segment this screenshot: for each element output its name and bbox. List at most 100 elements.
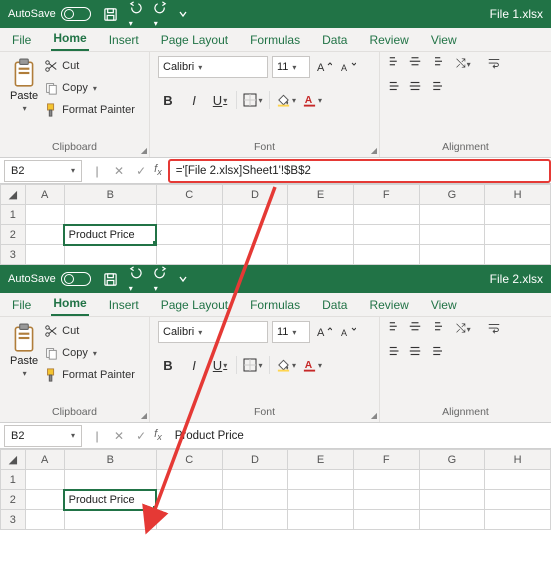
cell-C2[interactable] [156,490,222,510]
cell-D3[interactable] [222,245,288,265]
cell-B3[interactable] [64,510,156,530]
spreadsheet-grid[interactable]: ◢ABCDEFGH 12Product Price3 [0,184,551,265]
col-header[interactable]: G [419,185,485,205]
tab-home[interactable]: Home [51,27,88,51]
col-header[interactable]: B [64,450,156,470]
fill-color-button[interactable]: ▾ [276,90,296,110]
cell-H3[interactable] [485,510,551,530]
cell-G1[interactable] [419,205,485,225]
paste-button[interactable]: Paste ▾ [8,56,40,115]
align-right-button[interactable] [428,344,442,361]
cell-G3[interactable] [419,510,485,530]
align-middle-button[interactable] [408,321,422,338]
orientation-button[interactable]: ⤭▾ [456,321,471,336]
paste-button[interactable]: Paste ▾ [8,321,40,380]
font-size-select[interactable]: 11▾ [272,56,310,78]
cell-C1[interactable] [156,470,222,490]
cell-D2[interactable] [222,225,288,245]
tab-review[interactable]: Review [367,294,410,316]
underline-button[interactable]: U▾ [210,355,230,375]
cell-A2[interactable] [25,225,64,245]
cell-E3[interactable] [288,510,354,530]
align-left-button[interactable] [388,344,402,361]
formula-input[interactable]: Product Price [168,425,551,447]
select-all-corner[interactable]: ◢ [1,185,26,205]
col-header[interactable]: D [222,185,288,205]
bold-button[interactable]: B [158,355,178,375]
row-header[interactable]: 3 [1,245,26,265]
cell-E2[interactable] [288,225,354,245]
row-header[interactable]: 1 [1,205,26,225]
qat-customize-icon[interactable] [178,274,188,284]
cell-C3[interactable] [156,245,222,265]
wrap-text-button[interactable] [487,56,501,73]
dialog-launcher-icon[interactable]: ◢ [141,411,147,420]
fx-icon[interactable]: fx [154,163,162,177]
copy-button[interactable]: Copy▾ [44,78,135,98]
format-painter-button[interactable]: Format Painter [44,100,135,120]
font-color-button[interactable]: A▾ [302,355,322,375]
name-box[interactable]: B2▾ [4,160,82,182]
cell-D1[interactable] [222,205,288,225]
underline-button[interactable]: U▾ [210,90,230,110]
align-top-button[interactable] [388,321,402,338]
cell-C1[interactable] [156,205,222,225]
cell-B3[interactable] [64,245,156,265]
cell-G2[interactable] [419,490,485,510]
undo-icon[interactable]: ▾ [128,0,143,28]
cut-button[interactable]: Cut [44,56,135,76]
cell-G1[interactable] [419,470,485,490]
col-header[interactable]: F [353,450,419,470]
col-header[interactable]: B [64,185,156,205]
col-header[interactable]: D [222,450,288,470]
cell-C2[interactable] [156,225,222,245]
col-header[interactable]: A [25,185,64,205]
cell-F1[interactable] [353,205,419,225]
dialog-launcher-icon[interactable]: ◢ [371,146,377,155]
dialog-launcher-icon[interactable]: ◢ [371,411,377,420]
tab-home[interactable]: Home [51,292,88,316]
cell-E2[interactable] [288,490,354,510]
font-size-select[interactable]: 11▾ [272,321,310,343]
col-header[interactable]: E [288,450,354,470]
cell-D2[interactable] [222,490,288,510]
increase-font-button[interactable]: A [314,322,334,342]
font-name-select[interactable]: Calibri▾ [158,321,268,343]
save-icon[interactable] [103,272,118,287]
cell-A2[interactable] [25,490,64,510]
align-center-button[interactable] [408,344,422,361]
cell-F3[interactable] [353,510,419,530]
autosave-toggle[interactable] [61,272,91,286]
tab-view[interactable]: View [429,294,459,316]
italic-button[interactable]: I [184,355,204,375]
row-header[interactable]: 2 [1,490,26,510]
font-name-select[interactable]: Calibri▾ [158,56,268,78]
tab-insert[interactable]: Insert [107,294,141,316]
row-header[interactable]: 1 [1,470,26,490]
cell-B1[interactable] [64,205,156,225]
cell-C3[interactable] [156,510,222,530]
cell-H2[interactable] [485,490,551,510]
redo-icon[interactable]: ▾ [153,265,168,293]
tab-review[interactable]: Review [367,29,410,51]
font-color-button[interactable]: A▾ [302,90,322,110]
cell-F2[interactable] [353,225,419,245]
col-header[interactable]: H [485,185,551,205]
tab-view[interactable]: View [429,29,459,51]
tab-data[interactable]: Data [320,29,349,51]
copy-button[interactable]: Copy▾ [44,343,135,363]
align-bottom-button[interactable] [428,56,442,73]
bold-button[interactable]: B [158,90,178,110]
orientation-button[interactable]: ⤭▾ [456,56,471,71]
dialog-launcher-icon[interactable]: ◢ [141,146,147,155]
cell-B2[interactable]: Product Price [64,490,156,510]
format-painter-button[interactable]: Format Painter [44,365,135,385]
cell-E1[interactable] [288,470,354,490]
cell-D3[interactable] [222,510,288,530]
name-box[interactable]: B2▾ [4,425,82,447]
cell-A1[interactable] [25,205,64,225]
align-top-button[interactable] [388,56,402,73]
col-header[interactable]: C [156,450,222,470]
cell-E1[interactable] [288,205,354,225]
col-header[interactable]: A [25,450,64,470]
